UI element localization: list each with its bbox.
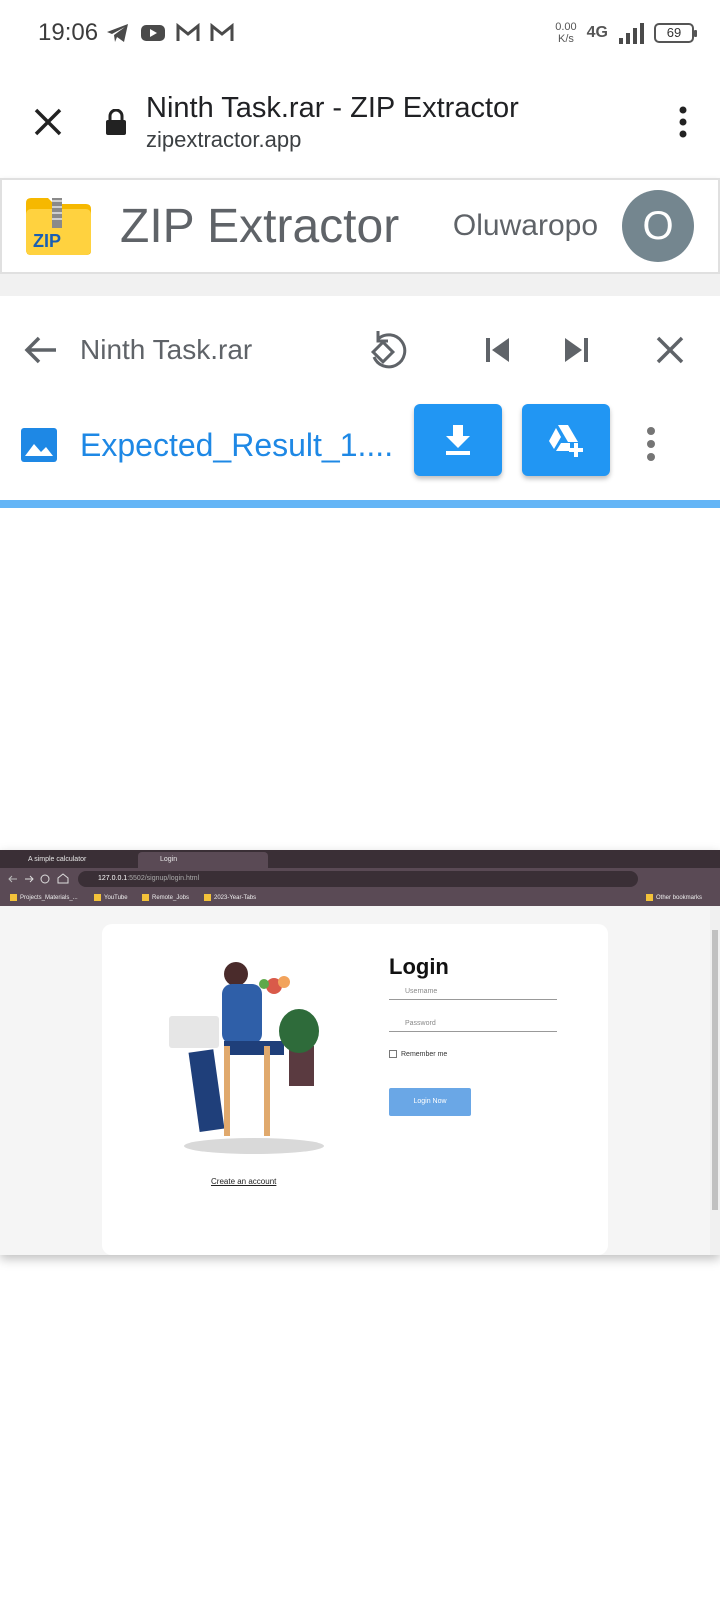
archive-toolbar: Ninth Task.rar xyxy=(0,300,720,400)
preview-tab-active: Login xyxy=(138,852,268,868)
more-vert-icon xyxy=(679,106,687,138)
image-preview[interactable]: A simple calculator Login 127.0.0.1:5502… xyxy=(0,850,720,1255)
page-title: Ninth Task.rar - ZIP Extractor xyxy=(146,92,519,124)
download-button[interactable] xyxy=(414,404,502,476)
preview-tab: A simple calculator xyxy=(6,852,132,868)
arrow-back-icon xyxy=(24,336,56,364)
preview-tab-strip: A simple calculator Login xyxy=(0,850,720,868)
gmail-icon xyxy=(176,23,200,41)
preview-remember-me: Remember me xyxy=(389,1050,447,1058)
preview-bookmark: 2023-Year-Tabs xyxy=(204,890,256,906)
preview-password-field: Password xyxy=(389,1018,557,1032)
rotate-icon xyxy=(370,331,407,369)
image-file-icon xyxy=(21,428,57,462)
preview-url-path: :5502/signup/login.html xyxy=(127,875,200,882)
loading-progress-bar xyxy=(0,500,720,508)
close-archive-button[interactable] xyxy=(646,300,694,400)
preview-bookmark: Projects_Materials_... xyxy=(10,890,78,906)
avatar[interactable]: O xyxy=(622,190,694,262)
preview-create-account-link: Create an account xyxy=(211,1177,277,1186)
url-display[interactable]: Ninth Task.rar - ZIP Extractor zipextrac… xyxy=(146,90,646,154)
user-name[interactable]: Oluwaropo xyxy=(453,209,598,243)
file-more-button[interactable] xyxy=(646,426,656,467)
preview-login-title: Login xyxy=(389,954,449,979)
preview-login-button: Login Now xyxy=(389,1088,471,1116)
back-button[interactable] xyxy=(20,300,62,400)
zip-logo-text: ZIP xyxy=(33,231,62,251)
skip-previous-icon xyxy=(486,338,509,362)
app-header: ZIP ZIP Extractor Oluwaropo O xyxy=(0,178,720,274)
gmail-icon xyxy=(210,23,234,41)
browser-url-bar: Ninth Task.rar - ZIP Extractor zipextrac… xyxy=(0,66,720,178)
rotate-button[interactable] xyxy=(364,300,412,400)
header-divider xyxy=(0,274,720,296)
close-tab-button[interactable] xyxy=(0,107,96,137)
archive-name: Ninth Task.rar xyxy=(80,334,253,365)
close-icon xyxy=(34,108,62,136)
skip-next-icon xyxy=(565,338,588,362)
preview-tab-label: A simple calculator xyxy=(28,856,87,863)
net-speed: 0.00 K/s xyxy=(555,21,576,45)
preview-username-field: Username xyxy=(389,986,557,1000)
more-vert-icon xyxy=(647,427,655,461)
page-domain: zipextractor.app xyxy=(146,127,302,152)
preview-bookmark: YouTube xyxy=(94,890,128,906)
preview-url-host: 127.0.0.1 xyxy=(98,875,128,882)
save-to-drive-button[interactable] xyxy=(522,404,610,476)
preview-address-row: 127.0.0.1:5502/signup/login.html xyxy=(0,868,720,890)
file-name-link[interactable]: Expected_Result_1.... xyxy=(80,400,393,490)
download-icon xyxy=(446,425,470,455)
telegram-icon xyxy=(107,24,129,42)
zip-logo-icon: ZIP xyxy=(22,195,94,257)
preview-address-box: 127.0.0.1:5502/signup/login.html xyxy=(78,871,638,887)
next-button[interactable] xyxy=(552,300,600,400)
preview-other-bookmarks: Other bookmarks xyxy=(646,890,702,906)
preview-bookmarks-bar: Projects_Materials_... YouTube Remote_Jo… xyxy=(0,890,720,906)
app-title: ZIP Extractor xyxy=(120,199,400,253)
preview-scrollbar xyxy=(710,906,720,1255)
net-speed-unit: K/s xyxy=(557,33,574,45)
browser-menu-button[interactable] xyxy=(646,106,720,138)
lock-icon[interactable] xyxy=(96,109,136,135)
net-speed-value: 0.00 xyxy=(555,21,577,33)
previous-button[interactable] xyxy=(474,300,522,400)
checkbox-icon xyxy=(389,1050,397,1058)
status-bar: 19:06 0.00 K/s 4G 69 xyxy=(0,0,720,66)
youtube-icon xyxy=(141,25,166,41)
preview-bookmark: Remote_Jobs xyxy=(142,890,189,906)
drive-add-icon xyxy=(549,425,583,457)
signal-icon xyxy=(619,23,644,44)
file-row: Expected_Result_1.... xyxy=(0,400,720,490)
battery-indicator: 69 xyxy=(654,23,697,43)
preview-remember-label: Remember me xyxy=(401,1050,448,1058)
close-icon xyxy=(656,336,684,364)
network-type: 4G xyxy=(586,24,608,41)
status-time: 19:06 xyxy=(38,19,99,46)
preview-nav-icons xyxy=(8,873,69,884)
preview-tab-label: Login xyxy=(160,856,178,863)
person-with-laptop-illustration xyxy=(169,962,324,1154)
